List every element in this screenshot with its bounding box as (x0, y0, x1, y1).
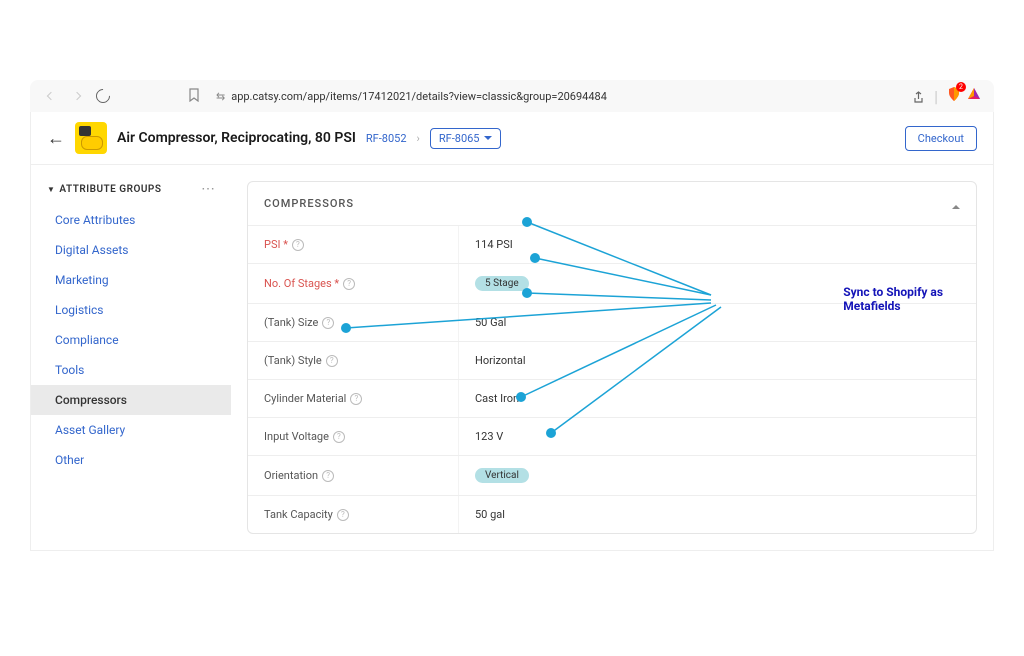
brave-rewards-icon[interactable] (966, 86, 982, 106)
help-icon[interactable]: ? (326, 355, 338, 367)
sidebar-item-tools[interactable]: Tools (31, 355, 231, 385)
attribute-row: PSI *?114 PSI (248, 225, 976, 263)
attribute-row: Orientation? Vertical (248, 455, 976, 495)
sidebar: ▼ ATTRIBUTE GROUPS ⋯ Core Attributes Dig… (31, 165, 231, 550)
extension-badges: 2 (946, 86, 982, 106)
attribute-label: PSI *? (248, 226, 458, 263)
help-icon[interactable]: ? (322, 317, 334, 329)
attribute-label: Input Voltage? (248, 418, 458, 455)
page-header: ← Air Compressor, Reciprocating, 80 PSI … (31, 112, 993, 165)
help-icon[interactable]: ? (322, 470, 334, 482)
attribute-value[interactable]: Vertical (458, 456, 976, 495)
app-frame: ← Air Compressor, Reciprocating, 80 PSI … (30, 112, 994, 551)
site-settings-icon[interactable]: ⇆ (216, 90, 225, 103)
product-title: Air Compressor, Reciprocating, 80 PSI (117, 130, 356, 146)
collapse-icon[interactable] (952, 194, 960, 213)
share-icon[interactable] (912, 89, 926, 103)
sidebar-item-other[interactable]: Other (31, 445, 231, 475)
nav-forward-icon[interactable] (68, 87, 86, 105)
help-icon[interactable]: ? (333, 431, 345, 443)
brave-shield-icon[interactable]: 2 (946, 86, 962, 106)
attribute-value[interactable]: Cast Iron (458, 380, 976, 417)
breadcrumb-current-dropdown[interactable]: RF-8065 (430, 128, 501, 149)
sidebar-item-digital-assets[interactable]: Digital Assets (31, 235, 231, 265)
attribute-value[interactable]: 123 V (458, 418, 976, 455)
breadcrumb-separator: › (417, 132, 420, 145)
attribute-label: (Tank) Style? (248, 342, 458, 379)
sidebar-item-logistics[interactable]: Logistics (31, 295, 231, 325)
breadcrumb-parent[interactable]: RF-8052 (366, 132, 407, 145)
attribute-value[interactable]: Horizontal (458, 342, 976, 379)
attribute-row: Cylinder Material?Cast Iron (248, 379, 976, 417)
browser-toolbar: ⇆ app.catsy.com/app/items/17412021/detai… (30, 80, 994, 112)
attribute-row: Tank Capacity?50 gal (248, 495, 976, 533)
attribute-row: (Tank) Style?Horizontal (248, 341, 976, 379)
sidebar-item-asset-gallery[interactable]: Asset Gallery (31, 415, 231, 445)
chevron-down-icon (484, 136, 492, 140)
help-icon[interactable]: ? (350, 393, 362, 405)
bookmark-icon[interactable] (188, 87, 200, 106)
app-body: ▼ ATTRIBUTE GROUPS ⋯ Core Attributes Dig… (31, 165, 993, 550)
caret-down-icon: ▼ (47, 185, 55, 194)
attribute-label: Orientation? (248, 456, 458, 495)
reload-icon[interactable] (94, 87, 112, 105)
sidebar-title[interactable]: ▼ ATTRIBUTE GROUPS (47, 184, 161, 195)
url-bar[interactable]: ⇆ app.catsy.com/app/items/17412021/detai… (208, 90, 904, 103)
attribute-value[interactable]: 50 gal (458, 496, 976, 533)
value-pill: Vertical (475, 468, 529, 483)
sidebar-more-icon[interactable]: ⋯ (201, 181, 215, 197)
nav-back-icon[interactable] (42, 87, 60, 105)
product-thumbnail (75, 122, 107, 154)
sidebar-item-compliance[interactable]: Compliance (31, 325, 231, 355)
shield-count: 2 (956, 82, 966, 92)
attributes-panel: COMPRESSORS PSI *?114 PSINo. Of Stages *… (247, 181, 977, 534)
attribute-value[interactable]: 114 PSI (458, 226, 976, 263)
attribute-row: Input Voltage?123 V (248, 417, 976, 455)
attribute-label: No. Of Stages *? (248, 264, 458, 303)
url-text: app.catsy.com/app/items/17412021/details… (231, 90, 607, 103)
attribute-label: Tank Capacity? (248, 496, 458, 533)
help-icon[interactable]: ? (292, 239, 304, 251)
annotation-label: Sync to Shopify as Metafields (843, 285, 943, 313)
value-pill: 5 Stage (475, 276, 529, 291)
main-content: COMPRESSORS PSI *?114 PSINo. Of Stages *… (231, 165, 993, 550)
panel-title: COMPRESSORS (264, 197, 354, 210)
attribute-label: Cylinder Material? (248, 380, 458, 417)
help-icon[interactable]: ? (343, 278, 355, 290)
sidebar-item-core-attributes[interactable]: Core Attributes (31, 205, 231, 235)
sidebar-item-compressors[interactable]: Compressors (31, 385, 231, 415)
back-arrow-icon[interactable]: ← (47, 128, 65, 149)
attribute-label: (Tank) Size? (248, 304, 458, 341)
help-icon[interactable]: ? (337, 509, 349, 521)
checkout-button[interactable]: Checkout (905, 126, 977, 151)
sidebar-item-marketing[interactable]: Marketing (31, 265, 231, 295)
